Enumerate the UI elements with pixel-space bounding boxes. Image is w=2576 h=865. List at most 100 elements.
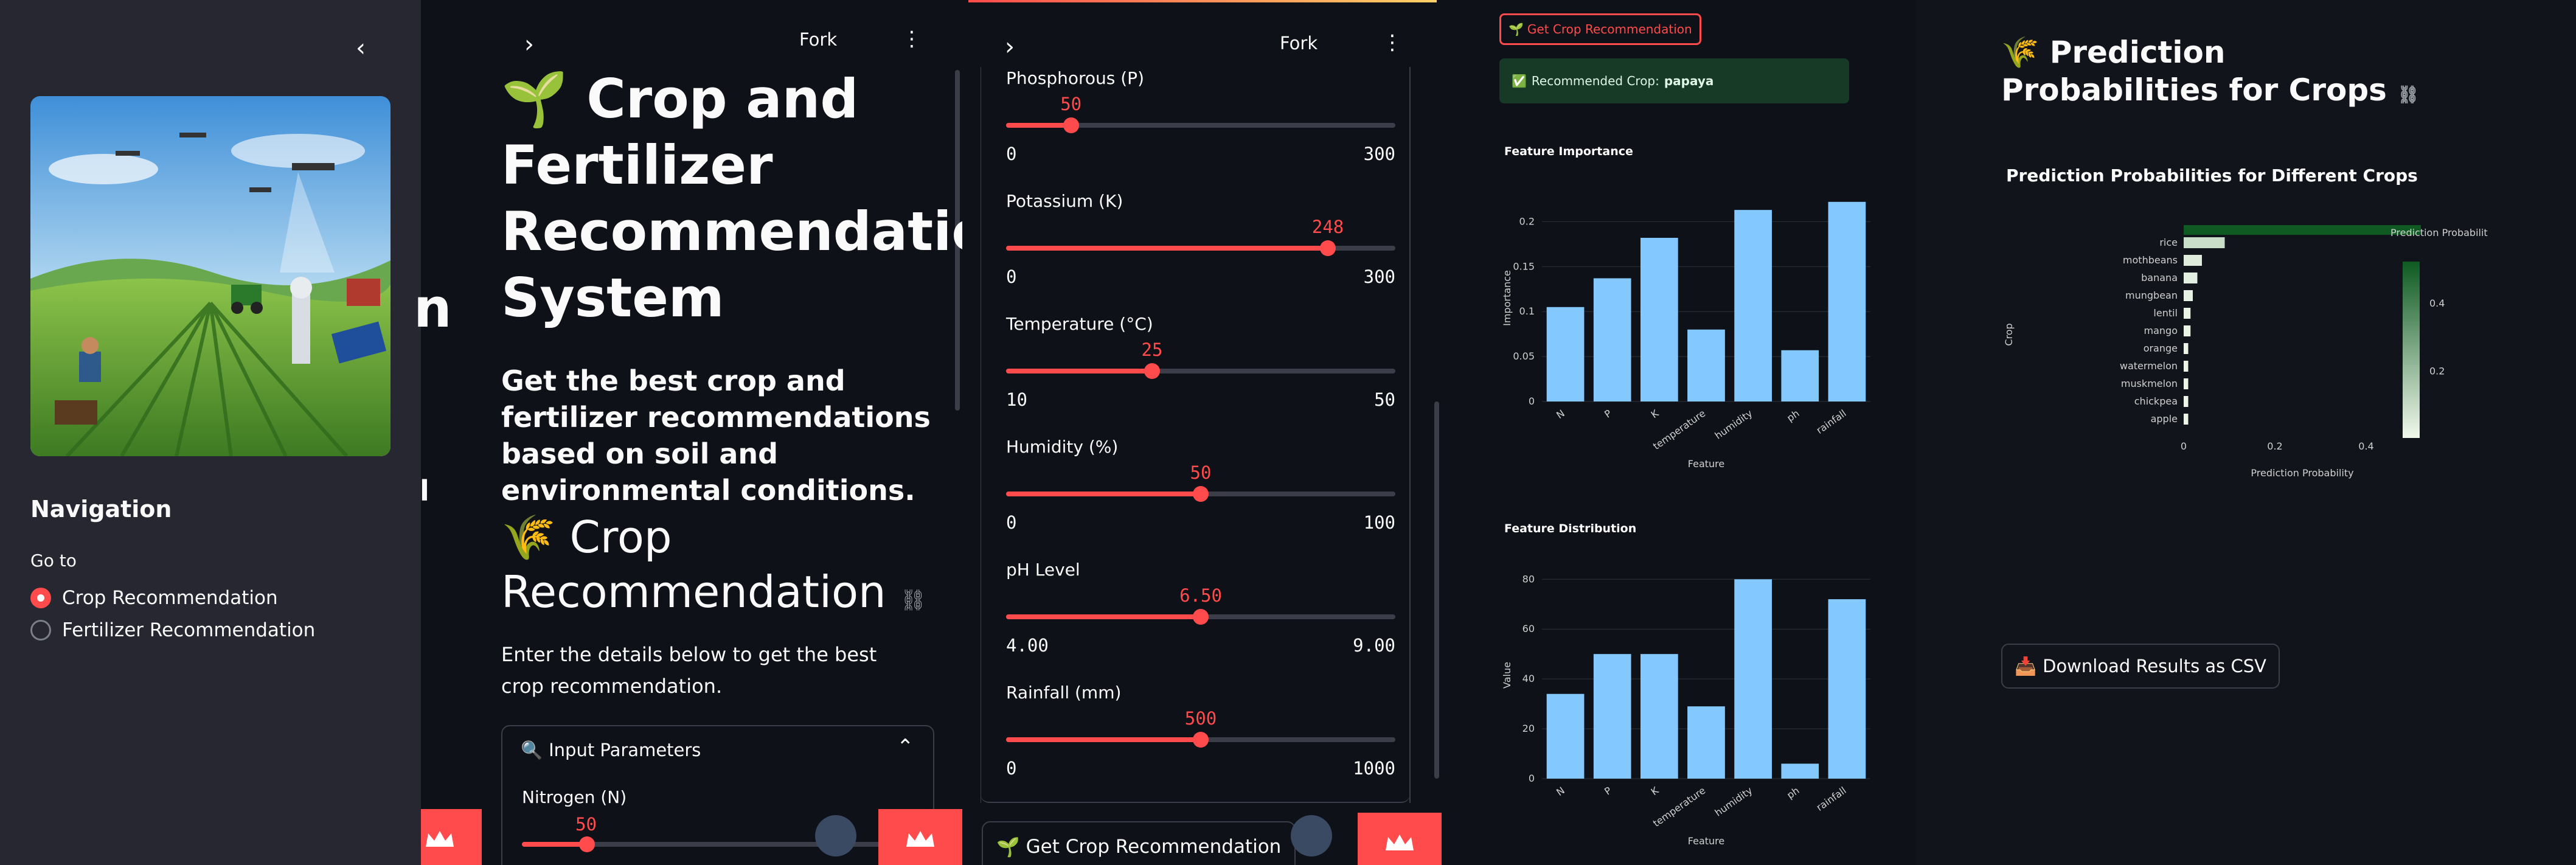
slider-value: 50 [1060, 94, 1082, 114]
y-tick-label: 60 [1522, 623, 1535, 634]
radio-selected-icon[interactable] [30, 588, 51, 608]
chart-title: Feature Importance [1504, 145, 1633, 158]
feature-importance-chart: 0 0.05 0.1 0.15 0.2 N P Ktemperature humidity ph r… [1501, 201, 1870, 470]
slider-max: 9.00 [1353, 635, 1395, 656]
check-icon: ✅ [1512, 74, 1527, 88]
radio-label: Fertilizer Recommendation [62, 619, 316, 641]
bar [2184, 325, 2191, 336]
y-tick-label: mungbean [2125, 290, 2178, 301]
chart-title: Prediction Probabilities for Different C… [2006, 165, 2418, 186]
slider-thumb[interactable] [1193, 732, 1209, 748]
fork-label[interactable]: Fork [799, 29, 837, 50]
streamlit-badge[interactable] [878, 809, 962, 865]
x-tick-label: 0.2 [2267, 440, 2282, 452]
bar [2184, 343, 2189, 354]
avatar[interactable] [815, 815, 856, 856]
avatar[interactable] [1291, 815, 1332, 856]
bar [1640, 237, 1678, 401]
y-tick-label: watermelon [2120, 360, 2178, 372]
crown-icon [1386, 835, 1414, 850]
colorbar-tick-label: 0.2 [2429, 365, 2445, 377]
slider-thumb[interactable] [1320, 240, 1336, 256]
chevron-left-icon[interactable]: ‹ [356, 34, 366, 62]
bar [1781, 763, 1819, 779]
y-tick-label: 0.15 [1513, 260, 1535, 272]
bar [2184, 378, 2189, 389]
kebab-menu-icon[interactable]: ⋮ [1382, 30, 1403, 55]
slider-thumb[interactable] [1063, 117, 1079, 133]
link-icon[interactable]: ⛓ [2397, 85, 2419, 105]
scrollbar[interactable] [1434, 401, 1439, 779]
radio-unselected-icon[interactable] [30, 620, 51, 641]
result-crop: papaya [1664, 74, 1714, 88]
y-tick-label: 0.2 [1519, 215, 1535, 227]
expander-header[interactable]: 🔍 Input Parameters [521, 740, 701, 761]
bar [2184, 237, 2225, 248]
bar [1687, 329, 1725, 401]
slider-label: Phosphorous (P) [1006, 68, 1144, 88]
chevron-right-icon[interactable]: › [1005, 33, 1015, 61]
streamlit-badge[interactable] [421, 809, 482, 865]
y-tick-label: 0 [1529, 773, 1535, 784]
expander-label: Input Parameters [549, 740, 701, 760]
slider-max: 1000 [1353, 758, 1395, 779]
page-subtitle: Get the best crop and fertilizer recomme… [501, 364, 931, 507]
bar [2184, 361, 2189, 372]
chart-title: Feature Distribution [1504, 522, 1637, 535]
kebab-menu-icon[interactable]: ⋮ [901, 27, 922, 51]
x-tick-label: 0.4 [2358, 440, 2373, 452]
slider-thumb[interactable] [1193, 609, 1209, 625]
colorbar-title: Prediction Probability [2390, 227, 2488, 238]
x-axis-label: Prediction Probability [2251, 467, 2353, 479]
slider-value: 25 [1141, 339, 1163, 360]
slider-thumb[interactable] [1144, 363, 1160, 379]
main-panel-probabilities: 🌾 Prediction Probabilities for Crops ⛓ P… [1916, 0, 2576, 865]
result-prefix: Recommended Crop: [1531, 74, 1659, 88]
download-icon: 📥 [2015, 655, 2037, 676]
y-tick-label: 0.05 [1513, 350, 1535, 362]
slider-label: Rainfall (mm) [1006, 683, 1122, 703]
main-panel-top: › Fork ⋮ 🌱 Crop and Fertilizer Recommend… [421, 0, 962, 865]
input-parameters-expander[interactable]: 🔍 Input Parameters ⌃ Nitrogen (N) 50 [501, 725, 934, 865]
get-crop-recommendation-button[interactable]: 🌱 Get Crop Recommendation [982, 821, 1296, 865]
wheat-icon: 🌾 [2001, 35, 2040, 70]
streamlit-badge[interactable] [1358, 813, 1442, 865]
link-icon[interactable]: ⛓ [900, 588, 926, 613]
y-tick-label: lentil [2153, 307, 2178, 319]
download-csv-button[interactable]: 📥 Download Results as CSV [2001, 644, 2280, 689]
slider-fill [1006, 614, 1201, 619]
slider-label: Potassium (K) [1006, 191, 1123, 211]
y-tick-label: apple [2151, 413, 2178, 425]
radio-crop-recommendation[interactable]: Crop Recommendation [30, 587, 278, 609]
y-tick-label: orange [2144, 342, 2178, 354]
radio-fertilizer-recommendation[interactable]: Fertilizer Recommendation [30, 619, 315, 641]
x-tick-label: K [1649, 407, 1661, 420]
x-tick-label: P [1602, 785, 1614, 797]
nitrogen-slider-thumb[interactable] [579, 836, 595, 852]
chevron-right-icon[interactable]: › [524, 30, 534, 58]
slider-max: 300 [1363, 144, 1395, 164]
chevron-up-icon[interactable]: ⌃ [897, 735, 914, 759]
slider-min: 0 [1006, 512, 1017, 533]
slider-fill [1006, 737, 1201, 742]
recommendation-result: ✅ Recommended Crop: papaya [1499, 58, 1849, 103]
bar [1687, 706, 1725, 779]
page-title: 🌱 Crop and Fertilizer Recommendation Sys… [501, 68, 962, 329]
seedling-icon: 🌱 [996, 836, 1020, 858]
slider-min: 4.00 [1006, 635, 1049, 656]
bar [1781, 350, 1819, 401]
bar [1546, 693, 1585, 779]
y-axis-label: Value [1501, 662, 1513, 689]
slider-value: 6.50 [1179, 585, 1222, 606]
slider-label: Temperature (°C) [1006, 314, 1153, 334]
nitrogen-label: Nitrogen (N) [522, 787, 627, 807]
sidebar-hero-image [30, 96, 391, 456]
slider-thumb[interactable] [1193, 486, 1209, 502]
fork-label[interactable]: Fork [1280, 33, 1318, 54]
get-crop-recommendation-button[interactable]: 🌱 Get Crop Recommendation [1499, 13, 1701, 45]
divider [1409, 67, 1411, 803]
slider-fill [1006, 369, 1152, 373]
y-tick-label: 80 [1522, 573, 1535, 585]
slider-fill [1006, 246, 1328, 251]
bar [1640, 654, 1678, 779]
